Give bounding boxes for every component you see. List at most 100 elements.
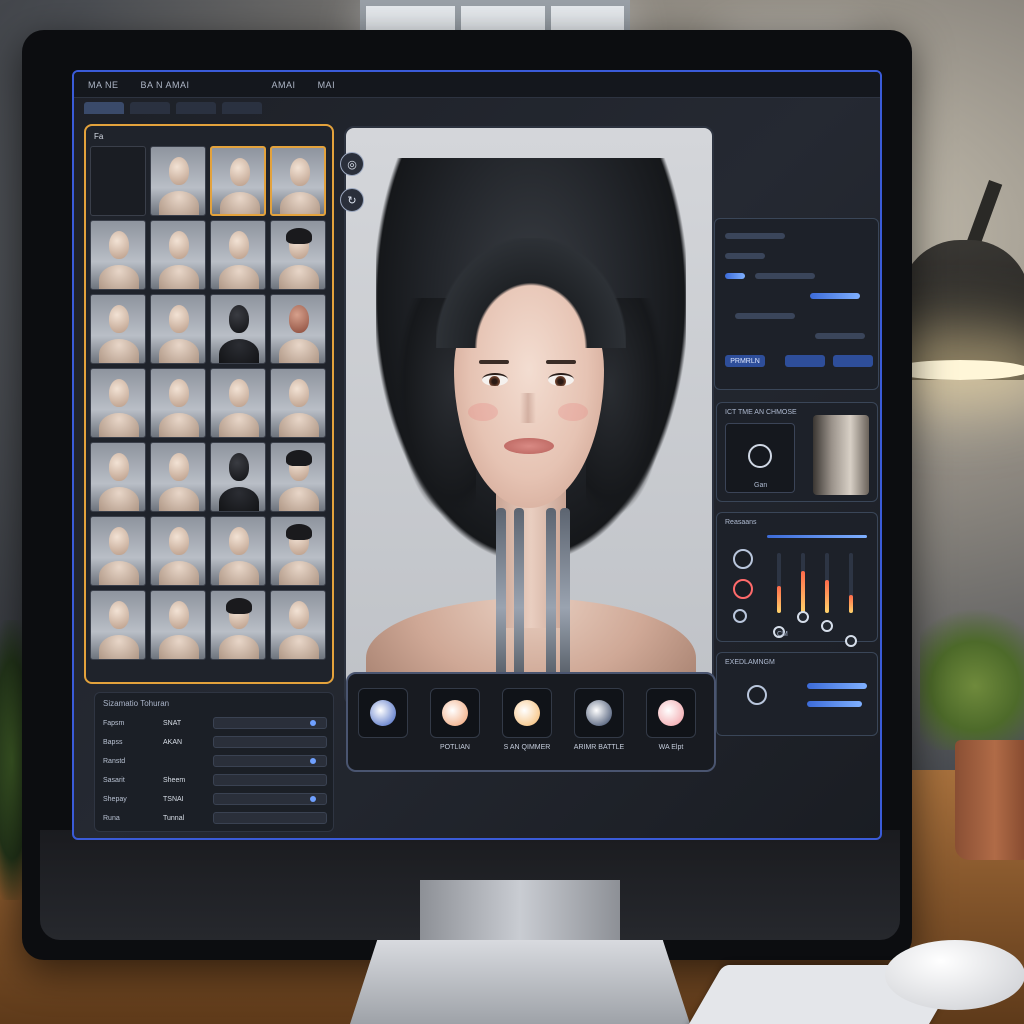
dial-control[interactable] — [733, 549, 753, 569]
slider-fill — [825, 580, 829, 613]
menu-item[interactable]: BA N AMAI — [141, 80, 190, 90]
tab[interactable] — [222, 102, 262, 114]
sliders-panel: Reasaans CM — [716, 512, 878, 647]
setting-bar — [725, 233, 785, 239]
face-head — [229, 527, 249, 555]
face-shoulders — [159, 413, 199, 437]
face-preset-tile[interactable] — [210, 590, 266, 660]
face-head — [226, 598, 252, 629]
material-swatch[interactable] — [430, 688, 480, 738]
face-preset-tile[interactable] — [90, 146, 146, 216]
material-swatch[interactable] — [646, 688, 696, 738]
face-preset-tile[interactable] — [270, 294, 326, 364]
menu-item[interactable]: MA NE — [88, 80, 119, 90]
vertical-slider[interactable] — [801, 553, 805, 613]
face-preset-tile[interactable] — [90, 294, 146, 364]
property-field[interactable] — [213, 774, 327, 786]
texture-caption: Gan — [754, 482, 768, 489]
face-preset-tile[interactable] — [210, 368, 266, 438]
character-nose — [520, 393, 536, 423]
properties-panel: Sizamatio Tohuran Fapsm SNAT Bapss AKAN Rans… — [94, 692, 334, 832]
menu-item[interactable]: MAI — [318, 80, 336, 90]
face-preset-tile[interactable] — [270, 590, 326, 660]
property-label: Runa — [103, 814, 120, 822]
face-preset-tile[interactable] — [150, 146, 206, 216]
dial-control[interactable] — [733, 579, 753, 599]
tab[interactable] — [176, 102, 216, 114]
face-preset-tile[interactable] — [210, 220, 266, 290]
vertical-slider[interactable] — [849, 553, 853, 613]
property-label: Bapss — [103, 738, 123, 746]
property-knob — [310, 720, 316, 726]
slider-fill — [801, 571, 805, 613]
material-swatch[interactable] — [574, 688, 624, 738]
face-preset-tile[interactable] — [270, 146, 326, 216]
rotate-tool-icon[interactable]: ◎ — [340, 152, 364, 176]
face-preset-tile[interactable] — [150, 590, 206, 660]
slider-knob[interactable] — [797, 611, 809, 623]
export-bar[interactable] — [807, 701, 862, 707]
action-button[interactable] — [833, 355, 873, 367]
monitor-base — [350, 940, 690, 1024]
vertical-slider[interactable] — [777, 553, 781, 613]
export-bar[interactable] — [807, 683, 867, 689]
property-value: Tunnal — [163, 814, 185, 822]
preview-button[interactable]: PRMRLN — [725, 355, 765, 367]
camera-dial-icon[interactable] — [747, 685, 767, 705]
hair-texture-thumbnail[interactable] — [813, 415, 869, 495]
face-preset-tile[interactable] — [150, 516, 206, 586]
face-preset-tile[interactable] — [150, 220, 206, 290]
property-knob — [310, 758, 316, 764]
dial-control[interactable] — [733, 609, 747, 623]
face-preset-tile[interactable] — [270, 220, 326, 290]
face-preset-tile[interactable] — [210, 442, 266, 512]
face-head — [289, 601, 309, 629]
character-viewport[interactable] — [344, 126, 714, 706]
material-swatch[interactable] — [358, 688, 408, 738]
face-preset-tile[interactable] — [270, 442, 326, 512]
face-preset-tile[interactable] — [90, 368, 146, 438]
face-preset-tile[interactable] — [90, 220, 146, 290]
face-preset-tile[interactable] — [210, 146, 266, 216]
vertical-slider[interactable] — [825, 553, 829, 613]
setting-bar — [725, 273, 745, 279]
face-preset-tile[interactable] — [210, 516, 266, 586]
face-shoulders — [159, 561, 199, 585]
property-field[interactable] — [213, 736, 327, 748]
property-value: AKAN — [163, 738, 183, 746]
sliders-title: Reasaans — [725, 519, 757, 526]
property-field[interactable] — [213, 793, 327, 805]
texture-preview[interactable]: Gan — [725, 423, 795, 493]
face-shoulders — [159, 487, 199, 511]
face-head — [229, 453, 249, 481]
plant-pot — [955, 740, 1024, 860]
face-preset-tile[interactable] — [90, 516, 146, 586]
face-preset-tile[interactable] — [90, 442, 146, 512]
face-preset-tile[interactable] — [150, 294, 206, 364]
property-field[interactable] — [213, 812, 327, 824]
face-preset-tile[interactable] — [270, 516, 326, 586]
face-shoulders — [159, 635, 199, 659]
screen: MA NE BA N AMAI AMAI MAI Fa Sizamatio To… — [72, 70, 882, 840]
material-swatch[interactable] — [502, 688, 552, 738]
tab[interactable] — [130, 102, 170, 114]
property-field[interactable] — [213, 755, 327, 767]
setting-bar — [725, 253, 765, 259]
face-preset-tile[interactable] — [270, 368, 326, 438]
face-preset-tile[interactable] — [210, 294, 266, 364]
slider-knob[interactable] — [821, 620, 833, 632]
face-preset-tile[interactable] — [150, 368, 206, 438]
tab[interactable] — [84, 102, 124, 114]
face-preset-tile[interactable] — [90, 590, 146, 660]
property-field[interactable] — [213, 717, 327, 729]
master-level — [767, 535, 867, 538]
face-shoulders — [279, 339, 319, 363]
refresh-tool-icon[interactable]: ↻ — [340, 188, 364, 212]
face-head — [230, 158, 250, 186]
action-button[interactable] — [785, 355, 825, 367]
menu-item[interactable]: AMAI — [272, 80, 296, 90]
slider-knob[interactable] — [845, 635, 857, 647]
setting-bar — [810, 293, 860, 299]
face-preset-tile[interactable] — [150, 442, 206, 512]
face-shoulders — [219, 265, 259, 289]
